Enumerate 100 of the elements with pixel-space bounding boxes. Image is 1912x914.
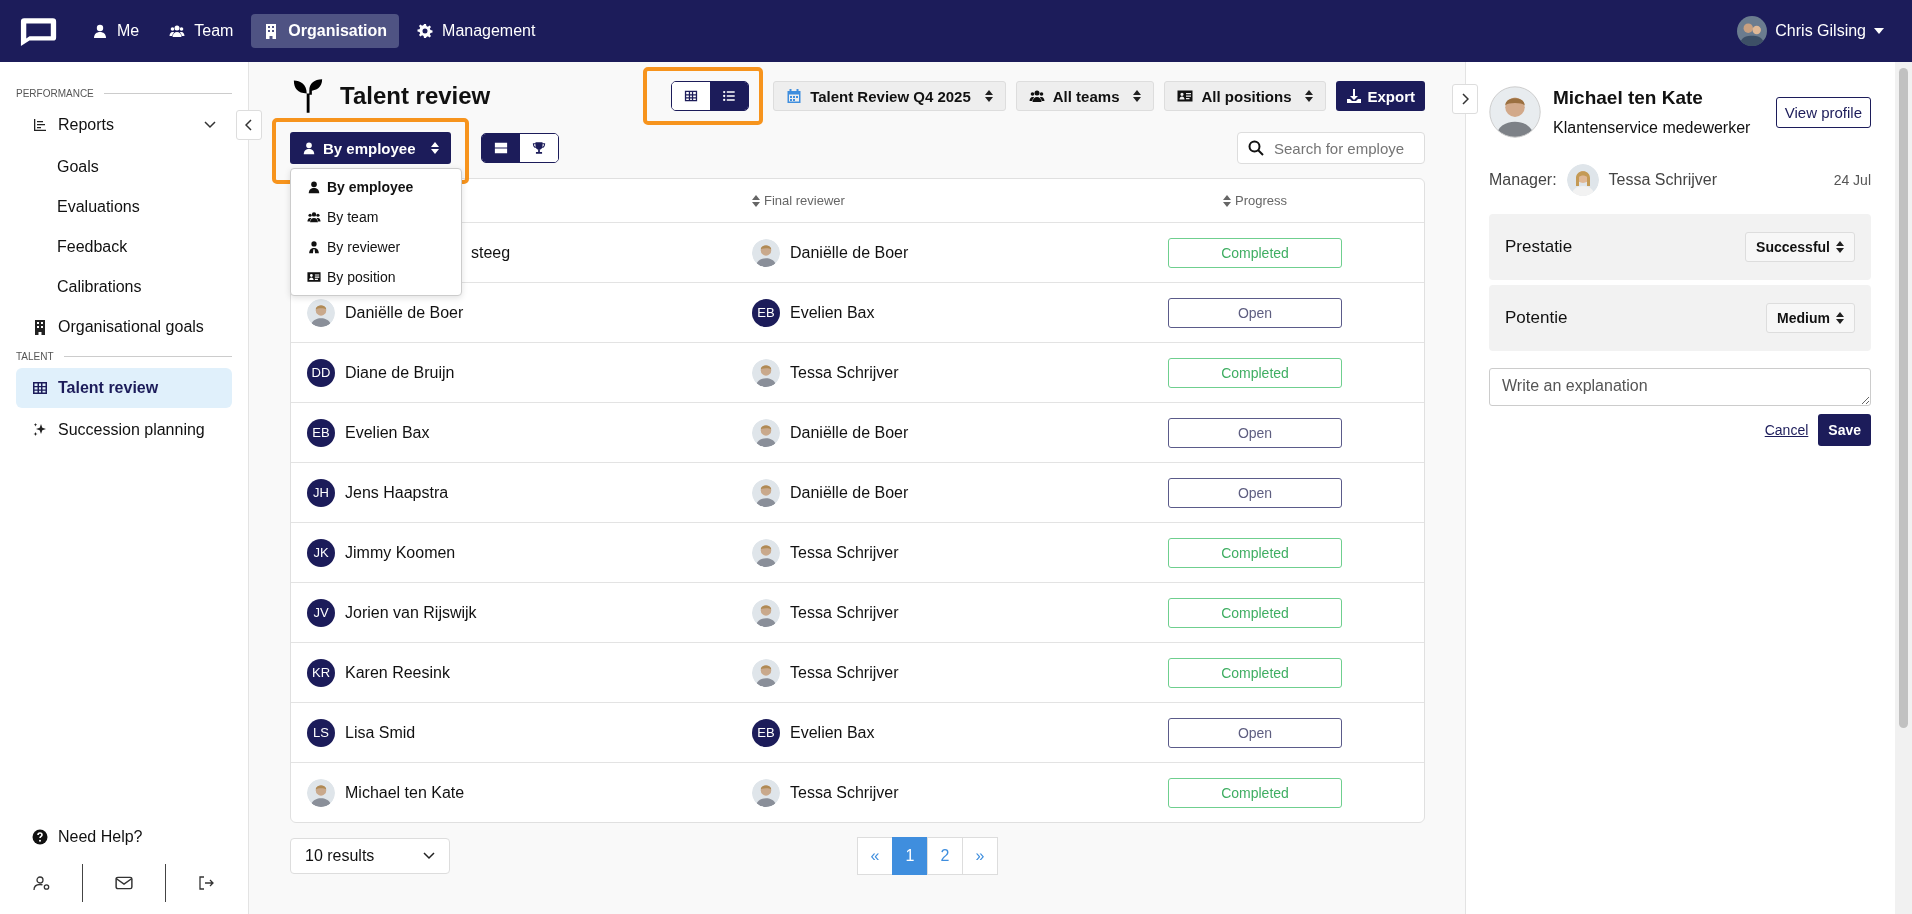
section-heading: TALENT (16, 351, 54, 362)
help-icon (32, 829, 48, 845)
previous-page-link[interactable]: « (857, 837, 893, 875)
download-icon (1346, 88, 1363, 104)
search-field[interactable]: Search for employe (1237, 132, 1425, 164)
explanation-field[interactable]: Write an explanation (1489, 368, 1871, 406)
avatar-icon (307, 298, 335, 327)
reviewer-name: Tessa Schrijver (790, 663, 899, 682)
caret-icon (1874, 28, 1884, 34)
reviewer-name: Evelien Bax (790, 303, 875, 322)
employee-name: Jens Haapstra (345, 483, 449, 502)
person-gear-icon (32, 875, 51, 891)
reviewer-name: Daniëlle de Boer (790, 243, 909, 262)
results-select[interactable]: 10 results (290, 838, 450, 874)
nav-tab[interactable]: Team (157, 14, 246, 48)
people-icon (1028, 88, 1045, 104)
export-button[interactable]: Export (1336, 81, 1425, 111)
rating-label: Prestatie (1505, 237, 1573, 257)
scrollbar[interactable] (1895, 62, 1912, 914)
grid-icon (684, 89, 699, 103)
reviewer-name: Daniëlle de Boer (790, 483, 909, 502)
chevron-down-icon (423, 852, 435, 860)
view-profile-button[interactable]: View profile (1775, 96, 1871, 128)
next-page-link[interactable]: » (962, 837, 998, 875)
mail-icon (115, 875, 133, 891)
building-icon (32, 319, 48, 335)
initials-avatar: EB (752, 298, 780, 327)
sort-icon (1223, 194, 1231, 207)
avatar-icon (752, 238, 780, 267)
status-badge: Open (1168, 717, 1342, 748)
employee-name: Michael ten Kate (345, 783, 465, 802)
sidebar-subitem[interactable]: Goals (16, 147, 232, 187)
menu-item[interactable]: By reviewer (291, 232, 461, 262)
id-card-icon (307, 270, 321, 284)
reviewer-name: Daniëlle de Boer (790, 423, 909, 442)
avatar-icon (1737, 16, 1768, 46)
reviewer-name: Tessa Schrijver (790, 363, 899, 382)
status-badge: Completed (1168, 357, 1342, 388)
filter-select[interactable]: All teams (1015, 81, 1155, 111)
person-with-tie-icon (307, 240, 321, 254)
employee-name: Daniëlle de Boer (345, 303, 464, 322)
employee-name: Michael ten Kate (1553, 87, 1704, 109)
employee-name: Diane de Bruijn (345, 363, 455, 382)
list-icon (722, 89, 737, 103)
sidebar-item[interactable]: Talent review (16, 368, 232, 408)
avatar-icon (752, 598, 780, 627)
employee-name: Evelien Bax (345, 423, 430, 442)
trophy-icon (531, 141, 546, 155)
status-badge: Completed (1168, 597, 1342, 628)
mode-toggle-button[interactable] (519, 134, 558, 162)
settings-icon (417, 23, 434, 39)
sidebar-item[interactable]: Succession planning (16, 410, 232, 450)
save-button[interactable]: Save (1818, 414, 1871, 446)
nav-tab[interactable]: Me (80, 14, 152, 48)
help-link[interactable]: Need Help? (16, 820, 232, 854)
initials-avatar: JH (307, 478, 335, 507)
sort-icon (984, 90, 993, 102)
logout-icon (197, 875, 216, 891)
sidebar-item[interactable]: Organisational goals (16, 307, 232, 347)
rating-select[interactable]: Medium (1766, 303, 1855, 333)
cancel-link[interactable]: Cancel (1764, 422, 1809, 438)
page-title: Talent review (340, 82, 491, 110)
employee-name: Jimmy Koomen (345, 543, 456, 562)
nav-tab[interactable]: Organisation (251, 14, 400, 48)
column-header[interactable]: Progress (1223, 193, 1287, 208)
sidebar-subitem[interactable]: Calibrations (16, 267, 232, 307)
avatar-icon (1566, 164, 1599, 196)
section-heading: PERFORMANCE (16, 88, 94, 99)
rating-select[interactable]: Successful (1745, 232, 1855, 262)
sort-icon (1133, 90, 1142, 102)
menu-item[interactable]: By employee (291, 172, 461, 202)
manager-label: Manager: (1489, 171, 1557, 189)
initials-avatar: EB (307, 418, 335, 447)
avatar-icon (752, 538, 780, 567)
status-badge: Open (1168, 297, 1342, 328)
person-icon (92, 23, 108, 39)
view-toggle-button[interactable] (710, 82, 749, 110)
view-toggle-button[interactable] (672, 82, 711, 110)
menu-item[interactable]: By team (291, 202, 461, 232)
mode-toggle-button[interactable] (481, 134, 520, 162)
sidebar-subitem[interactable]: Evaluations (16, 187, 232, 227)
job-title: Klantenservice medewerker (1553, 119, 1751, 137)
calendar-icon (786, 88, 803, 104)
filter-select[interactable]: Talent Review Q4 2025 (773, 81, 1006, 111)
sidebar-item[interactable]: Reports (16, 105, 232, 145)
id-card-icon (1177, 88, 1194, 104)
group-by-select[interactable]: By employee (290, 132, 451, 164)
date-label: 24 Jul (1833, 172, 1871, 188)
nav-tab[interactable]: Management (405, 14, 548, 48)
expand-panel-button[interactable] (1452, 84, 1478, 114)
status-badge: Completed (1168, 777, 1342, 808)
menu-item[interactable]: By position (291, 262, 461, 292)
collapse-sidebar-button[interactable] (236, 110, 262, 140)
filter-select[interactable]: All positions (1164, 81, 1327, 111)
sidebar-subitem[interactable]: Feedback (16, 227, 232, 267)
chevron-left-icon (245, 119, 253, 131)
user-menu[interactable]: Chris Gilsing (1737, 16, 1884, 46)
column-header[interactable]: Final reviewer (752, 193, 845, 208)
manager-name: Tessa Schrijver (1608, 171, 1718, 189)
avatar-icon (1489, 86, 1541, 138)
